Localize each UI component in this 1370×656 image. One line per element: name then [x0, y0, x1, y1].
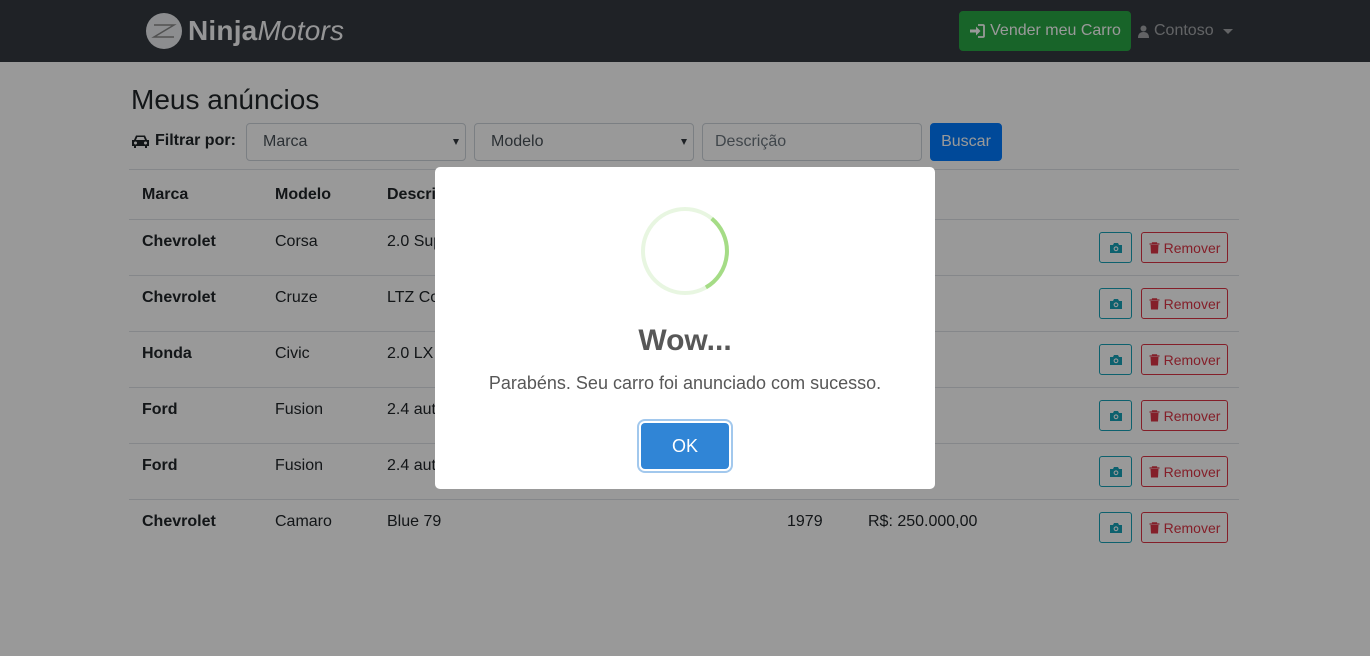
success-spinner-icon	[641, 207, 729, 295]
modal-message: Parabéns. Seu carro foi anunciado com su…	[488, 373, 882, 393]
modal-title: Wow...	[638, 324, 732, 357]
success-modal: Wow... Parabéns. Seu carro foi anunciado…	[435, 167, 935, 489]
ok-button[interactable]: OK	[641, 423, 729, 469]
